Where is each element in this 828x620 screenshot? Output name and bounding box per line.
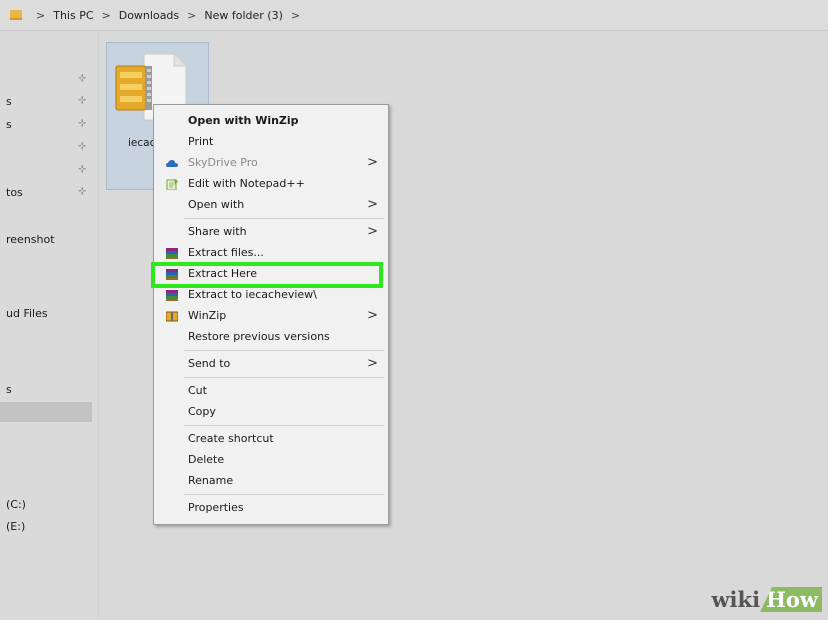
breadcrumb-downloads[interactable]: Downloads <box>119 9 179 22</box>
menu-item-label: Delete <box>188 453 225 466</box>
menu-item-share-with[interactable]: Share with > <box>154 222 388 242</box>
chevron-right-icon: > <box>367 308 378 323</box>
menu-item-delete[interactable]: Delete <box>154 450 388 470</box>
pin-icon[interactable]: ⊹ <box>78 186 86 197</box>
menu-item-label: Restore previous versions <box>188 330 330 343</box>
menu-item-label: Edit with Notepad++ <box>188 177 305 190</box>
menu-item-label: WinZip <box>188 309 227 322</box>
menu-item-label: Share with <box>188 225 247 238</box>
menu-item-restore-previous-versions[interactable]: Restore previous versions <box>154 327 388 347</box>
menu-item-copy[interactable]: Copy <box>154 402 388 422</box>
pin-icon[interactable]: ⊹ <box>78 141 86 152</box>
menu-item-label: Extract to iecacheview\ <box>188 288 317 301</box>
menu-separator <box>184 350 384 351</box>
nav-item-photos[interactable]: tos <box>6 186 23 199</box>
menu-item-label: Properties <box>188 501 244 514</box>
menu-item-print[interactable]: Print <box>154 132 388 152</box>
menu-item-label: SkyDrive Pro <box>188 156 258 169</box>
context-menu[interactable]: Open with WinZip Print SkyDrive Pro > Ed… <box>153 104 389 525</box>
breadcrumb-separator: > <box>101 8 111 22</box>
menu-item-label: Extract files... <box>188 246 264 259</box>
pin-icon[interactable]: ⊹ <box>78 118 86 129</box>
menu-separator <box>184 494 384 495</box>
nav-item[interactable]: s <box>6 383 12 396</box>
breadcrumb-this-pc[interactable]: This PC <box>53 9 93 22</box>
address-bar[interactable]: > This PC > Downloads > New folder (3) > <box>0 0 828 31</box>
menu-item-label: Cut <box>188 384 207 397</box>
nav-item-drive-c[interactable]: (C:) <box>6 498 26 511</box>
winzip-icon <box>166 311 178 322</box>
nav-item-drive-e[interactable]: (E:) <box>6 520 25 533</box>
menu-item-label: Print <box>188 135 214 148</box>
nav-selected-row <box>0 402 92 422</box>
watermark-wiki: wiki <box>711 587 761 612</box>
extract-here-highlight <box>151 262 383 288</box>
menu-item-label: Copy <box>188 405 216 418</box>
nav-item-cloud-files[interactable]: ud Files <box>6 307 48 320</box>
breadcrumb-new-folder[interactable]: New folder (3) <box>204 9 283 22</box>
menu-item-label: Create shortcut <box>188 432 274 445</box>
nav-item[interactable]: s <box>6 95 12 108</box>
chevron-right-icon: > <box>367 356 378 371</box>
pin-icon[interactable]: ⊹ <box>78 164 86 175</box>
menu-item-label: Open with <box>188 198 245 211</box>
menu-item-label: Rename <box>188 474 234 487</box>
menu-item-label: Send to <box>188 357 231 370</box>
menu-item-create-shortcut[interactable]: Create shortcut <box>154 429 388 449</box>
notepad-plus-icon <box>166 179 178 190</box>
pane-divider[interactable] <box>98 31 99 620</box>
menu-item-extract-to[interactable]: Extract to iecacheview\ <box>154 285 388 305</box>
chevron-right-icon: > <box>367 155 378 170</box>
menu-item-send-to[interactable]: Send to > <box>154 354 388 374</box>
winrar-icon <box>166 290 178 301</box>
menu-item-label: Open with WinZip <box>188 114 299 127</box>
menu-item-skydrive-pro[interactable]: SkyDrive Pro > <box>154 153 388 173</box>
menu-item-cut[interactable]: Cut <box>154 381 388 401</box>
menu-item-winzip[interactable]: WinZip > <box>154 306 388 326</box>
nav-item-screenshot[interactable]: reenshot <box>6 233 55 246</box>
menu-item-edit-with-notepad[interactable]: Edit with Notepad++ <box>154 174 388 194</box>
watermark-how: How <box>760 587 822 612</box>
wikihow-watermark: wiki How <box>711 587 822 612</box>
chevron-right-icon: > <box>367 224 378 239</box>
menu-item-properties[interactable]: Properties <box>154 498 388 518</box>
chevron-right-icon: > <box>367 197 378 212</box>
menu-item-open-with-winzip[interactable]: Open with WinZip <box>154 111 388 131</box>
pin-icon[interactable]: ⊹ <box>78 73 86 84</box>
menu-item-open-with[interactable]: Open with > <box>154 195 388 215</box>
menu-item-extract-files[interactable]: Extract files... <box>154 243 388 263</box>
skydrive-cloud-icon <box>166 160 178 167</box>
breadcrumb-separator: > <box>36 8 46 22</box>
menu-separator <box>184 377 384 378</box>
folder-icon <box>10 10 22 20</box>
menu-item-rename[interactable]: Rename <box>154 471 388 491</box>
navigation-pane[interactable]: s s tos reenshot ud Files s (C:) (E:) ⊹ … <box>0 31 98 620</box>
nav-item[interactable]: s <box>6 118 12 131</box>
breadcrumb-separator: > <box>290 8 301 22</box>
breadcrumb-separator: > <box>187 8 197 22</box>
menu-separator <box>184 425 384 426</box>
menu-separator <box>184 218 384 219</box>
pin-icon[interactable]: ⊹ <box>78 95 86 106</box>
winrar-icon <box>166 248 178 259</box>
